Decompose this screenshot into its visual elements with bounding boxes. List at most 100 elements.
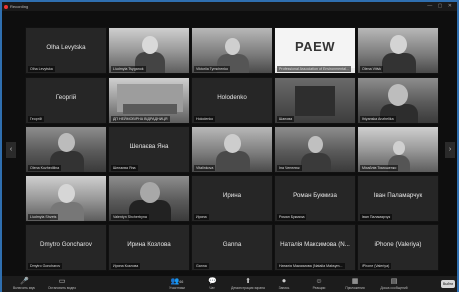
apps-button[interactable]: ▦ Приложения: [335, 276, 375, 292]
participant-name: iPhone (Valeriya): [374, 241, 422, 248]
mute-button[interactable]: 🎤 Включить звук: [4, 276, 44, 292]
participant-label: Ирина: [194, 214, 209, 220]
prev-page-button[interactable]: ‹: [6, 142, 16, 158]
whiteboard-label: Доска сообщений: [380, 286, 408, 290]
person-head: [58, 184, 75, 203]
share-screen-label: Демонстрация экрана: [231, 286, 265, 290]
participant-label: Ihiyanska Anzhelika: [360, 116, 396, 122]
participant-label: Шапова: [277, 116, 295, 122]
mute-label: Включить звук: [13, 286, 35, 290]
participant-label: Olena Kozhedilina: [28, 165, 62, 171]
video-button[interactable]: ▭ Остановить видео: [42, 276, 82, 292]
person-silhouette: [301, 153, 331, 172]
participant-tile[interactable]: Ирина Козлова Ирина Козлова: [108, 224, 190, 271]
person-head: [224, 134, 241, 153]
participant-label: Valentyn Shcherbyna: [111, 214, 149, 220]
participant-label: ДП НЕЙМОВІРНА ВІДРАДНИЦЯ: [111, 116, 170, 122]
chevron-right-icon: ›: [448, 146, 452, 153]
leave-button[interactable]: Выйти: [441, 280, 455, 288]
chevron-left-icon: ‹: [9, 146, 13, 153]
participant-name: Olha Levytska: [46, 44, 86, 51]
paew-logo: PAEW: [275, 28, 355, 68]
participant-tile[interactable]: Роман Букмиза Роман Букмиза: [274, 175, 356, 222]
person-head: [308, 136, 323, 153]
participant-tile[interactable]: Наталія Максимова (N... Наталія Максимов…: [274, 224, 356, 271]
participant-tile[interactable]: Георгій Георгій: [25, 77, 107, 124]
person-head: [142, 36, 158, 54]
participant-tile[interactable]: Ирина Ирина: [191, 175, 273, 222]
participant-label: Наталія Максимова (Natalia Maksym...: [277, 263, 345, 269]
title-bar: Recording — ▢ ✕: [2, 2, 457, 11]
next-page-button[interactable]: ›: [445, 142, 455, 158]
person-silhouette: [382, 53, 416, 73]
person-silhouette: [216, 151, 250, 172]
chat-button[interactable]: 💬 Чат: [192, 276, 232, 292]
participant-label: Шелаєва Яна: [111, 165, 138, 171]
meeting-toolbar: 🎤 Включить звук ▭ Остановить видео 👥66 У…: [2, 276, 457, 292]
person-head: [393, 141, 405, 155]
zoom-window: Recording — ▢ ✕ ‹ › Olha Levytska Olha L…: [2, 2, 457, 292]
participant-video-tile[interactable]: Olena Kozhedilina: [25, 126, 107, 173]
window-controls[interactable]: — ▢ ✕: [427, 3, 454, 9]
participant-tile[interactable]: Holodenko Holodenko: [191, 77, 273, 124]
whiteboard-button[interactable]: ▤ Доска сообщений: [374, 276, 414, 292]
recording-indicator[interactable]: Recording: [4, 3, 28, 10]
participant-name: Holodenko: [217, 94, 247, 101]
participant-video-tile[interactable]: Міхайлів Тимошенко: [357, 126, 439, 173]
participant-video-tile[interactable]: Шапова: [274, 77, 356, 124]
participant-tile[interactable]: Іван Паламарчук Іван Паламарчук: [357, 175, 439, 222]
participant-label: Ирина Козлова: [111, 263, 141, 269]
record-button[interactable]: ⏺ Запись: [264, 276, 304, 292]
participant-tile[interactable]: Шелаєва Яна Шелаєва Яна: [108, 126, 190, 173]
participant-video-tile[interactable]: Olena Vitivk: [357, 27, 439, 74]
participant-video-tile[interactable]: Viktoriia Tymchenko: [191, 27, 273, 74]
participant-label: Liudmyla Tsyganok: [111, 66, 146, 72]
participant-video-tile[interactable]: Valentyn Shcherbyna: [108, 175, 190, 222]
participant-video-tile[interactable]: Іна Чепелюк: [274, 126, 356, 173]
participants-count: 66: [179, 280, 184, 284]
participant-video-tile[interactable]: PAEW Professional Association of Environ…: [274, 27, 356, 74]
participant-tile[interactable]: Ganna Ganna: [191, 224, 273, 271]
person-head: [140, 182, 160, 203]
participant-name: Наталія Максимова (N...: [280, 241, 350, 248]
participant-label: Міхайлів Тимошенко: [360, 165, 399, 171]
apps-label: Приложения: [345, 286, 365, 290]
participant-label: Olena Vitivk: [360, 66, 384, 72]
participant-tile[interactable]: Dmytro Goncharov Dmytro Goncharov: [25, 224, 107, 271]
participant-video-tile[interactable]: Vitalinkova: [191, 126, 273, 173]
participants-label: Участники: [169, 286, 185, 290]
participant-label: Ganna: [194, 263, 209, 269]
participant-label: Іна Чепелюк: [277, 165, 302, 171]
microphone-muted-icon: 🎤: [20, 278, 29, 285]
participant-video-tile[interactable]: Liudmyla Tsyganok: [108, 27, 190, 74]
participants-icon: 👥66: [170, 278, 184, 285]
reactions-button[interactable]: ☺ Реакции: [299, 276, 339, 292]
chat-label: Чат: [209, 286, 215, 290]
participants-button[interactable]: 👥66 Участники: [157, 276, 197, 292]
participant-label: Liudmyla Shvets: [28, 214, 59, 220]
video-label: Остановить видео: [47, 286, 77, 290]
participant-video-tile[interactable]: Liudmyla Shvets: [25, 175, 107, 222]
camera-icon: ▭: [58, 278, 66, 285]
whiteboard-icon: ▤: [390, 278, 398, 285]
record-label: Запись: [278, 286, 290, 290]
participant-tile[interactable]: iPhone (Valeriya) iPhone (Valeriya): [357, 224, 439, 271]
participant-label: Holodenko: [194, 116, 216, 122]
participant-video-tile[interactable]: Ihiyanska Anzhelika: [357, 77, 439, 124]
participant-tile[interactable]: Olha Levytska Olha Levytska: [25, 27, 107, 74]
person-head: [388, 84, 408, 106]
share-screen-icon: ⬆: [245, 278, 251, 285]
participant-grid: Olha Levytska Olha Levytska Liudmyla Tsy…: [25, 27, 439, 273]
dark-video-area: [295, 86, 335, 116]
participant-name: Роман Букмиза: [293, 192, 337, 199]
participant-label: Olha Levytska: [28, 66, 55, 72]
participant-name: Dmytro Goncharov: [40, 241, 92, 248]
paew-logo-text: PAEW: [294, 39, 336, 54]
apps-icon: ▦: [351, 278, 359, 285]
participant-name: Шелаєва Яна: [129, 143, 169, 150]
participant-label: Viktoriia Tymchenko: [194, 66, 231, 72]
share-screen-button[interactable]: ⬆ Демонстрация экрана: [228, 276, 268, 292]
participant-label: Георгій: [28, 116, 44, 122]
participant-name: Іван Паламарчук: [373, 192, 423, 199]
participant-video-tile[interactable]: ДП НЕЙМОВІРНА ВІДРАДНИЦЯ: [108, 77, 190, 124]
